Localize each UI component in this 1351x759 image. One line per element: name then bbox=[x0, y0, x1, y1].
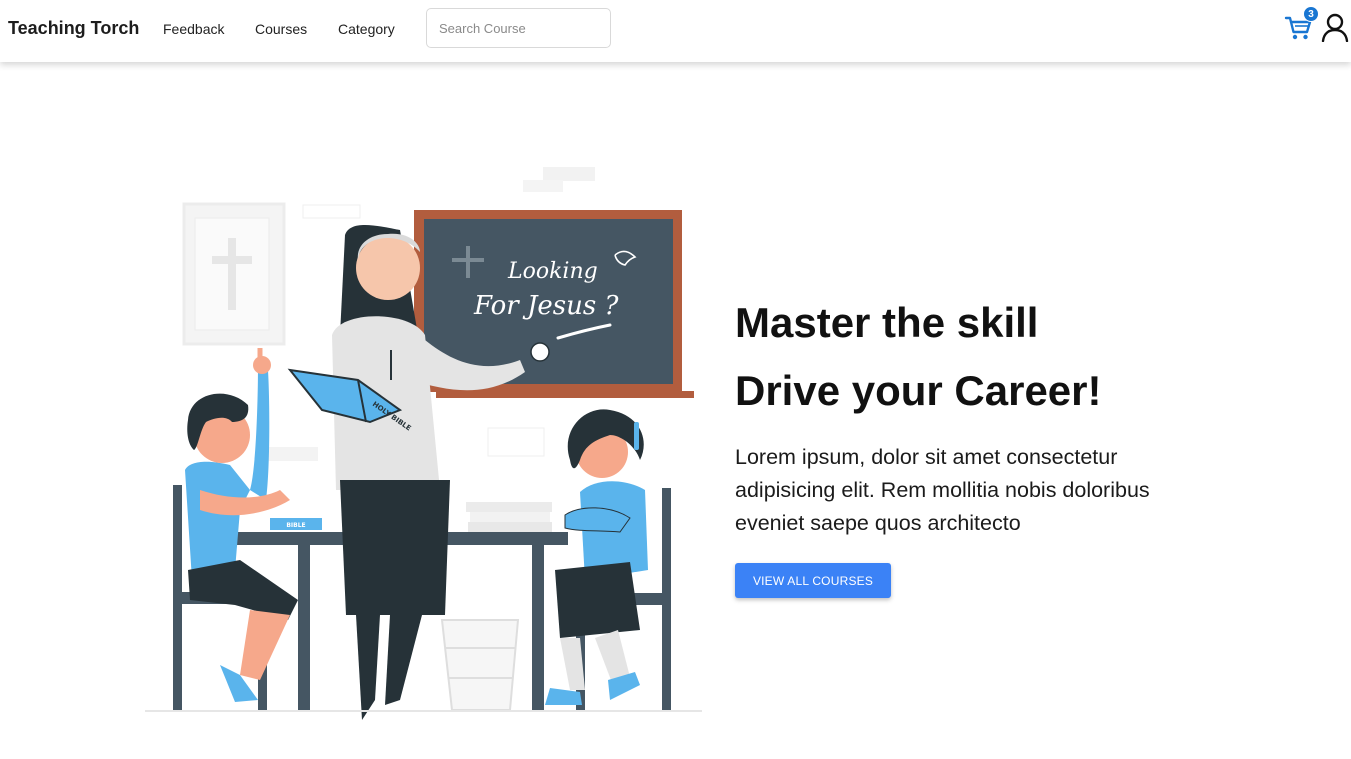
chalkboard-text-line2: For Jesus ? bbox=[473, 291, 619, 321]
brand-logo-text[interactable]: Teaching Torch bbox=[8, 18, 139, 39]
nav-link-feedback[interactable]: Feedback bbox=[163, 21, 224, 37]
wall-brick-decor bbox=[268, 447, 318, 461]
cross-frame bbox=[182, 202, 286, 346]
wall-brick-decor bbox=[487, 427, 545, 457]
wall-brick-decor bbox=[523, 180, 563, 192]
nav-link-courses[interactable]: Courses bbox=[255, 21, 307, 37]
student-girl-seated bbox=[545, 409, 648, 705]
hero-headline-line2: Drive your Career! bbox=[735, 367, 1102, 414]
cart-count-badge: 3 bbox=[1303, 6, 1319, 22]
chalkboard-text-line1: Looking bbox=[507, 259, 598, 284]
nav-link-category[interactable]: Category bbox=[338, 21, 395, 37]
search-course-input[interactable] bbox=[426, 8, 611, 48]
hero-description: Lorem ipsum, dolor sit amet consectetur … bbox=[735, 445, 1150, 535]
wall-brick-decor bbox=[302, 204, 361, 219]
hero-illustration: Looking For Jesus ? BIBLE HOLY BIBLE bbox=[145, 167, 702, 720]
wall-brick-decor bbox=[543, 167, 595, 181]
desk-bible-label: BIBLE bbox=[286, 522, 305, 529]
top-navbar: Teaching Torch Feedback Courses Category… bbox=[0, 0, 1351, 62]
waste-basket bbox=[440, 619, 520, 711]
hero-headline-line1: Master the skill bbox=[735, 299, 1039, 346]
book-stack bbox=[466, 502, 552, 532]
user-icon[interactable] bbox=[1320, 12, 1350, 42]
view-all-courses-button[interactable]: VIEW ALL COURSES bbox=[735, 563, 891, 598]
